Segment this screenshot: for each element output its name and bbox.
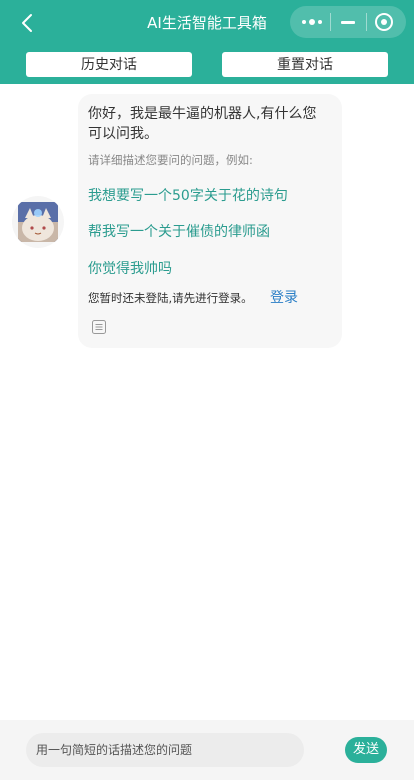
history-button[interactable]: 历史对话 xyxy=(26,52,192,77)
question-input[interactable] xyxy=(26,733,304,767)
login-link[interactable]: 登录 xyxy=(270,287,298,307)
more-dots-icon[interactable] xyxy=(296,6,328,38)
header-bar: AI生活智能工具箱 历史对话 重置对话 xyxy=(0,0,414,84)
suggestion-item[interactable]: 帮我写一个关于催债的律师函 xyxy=(88,221,270,241)
input-bar: 发送 xyxy=(0,720,414,780)
copy-document-icon[interactable] xyxy=(91,319,107,335)
bot-avatar-icon xyxy=(12,196,64,248)
chevron-left-icon[interactable] xyxy=(14,10,40,36)
capsule-divider xyxy=(329,13,331,31)
mini-program-capsule xyxy=(290,6,406,38)
suggestion-item[interactable]: 我想要写一个50字关于花的诗句 xyxy=(88,185,288,205)
send-button[interactable]: 发送 xyxy=(345,737,387,763)
greeting-text: 你好，我是最牛逼的机器人,有什么您可以问我。 xyxy=(88,106,317,142)
suggestion-item[interactable]: 你觉得我帅吗 xyxy=(88,258,172,278)
reset-button[interactable]: 重置对话 xyxy=(222,52,388,77)
target-circle-icon[interactable] xyxy=(368,6,400,38)
hint-text: 请详细描述您要问的问题，例如: xyxy=(88,153,253,167)
minus-icon[interactable] xyxy=(332,6,364,38)
capsule-divider xyxy=(365,13,367,31)
login-tip-text: 您暂时还未登陆,请先进行登录。 xyxy=(88,291,253,305)
page-title: AI生活智能工具箱 xyxy=(147,14,267,32)
welcome-message-bubble: 你好，我是最牛逼的机器人,有什么您可以问我。 请详细描述您要问的问题，例如: 我… xyxy=(78,94,342,348)
